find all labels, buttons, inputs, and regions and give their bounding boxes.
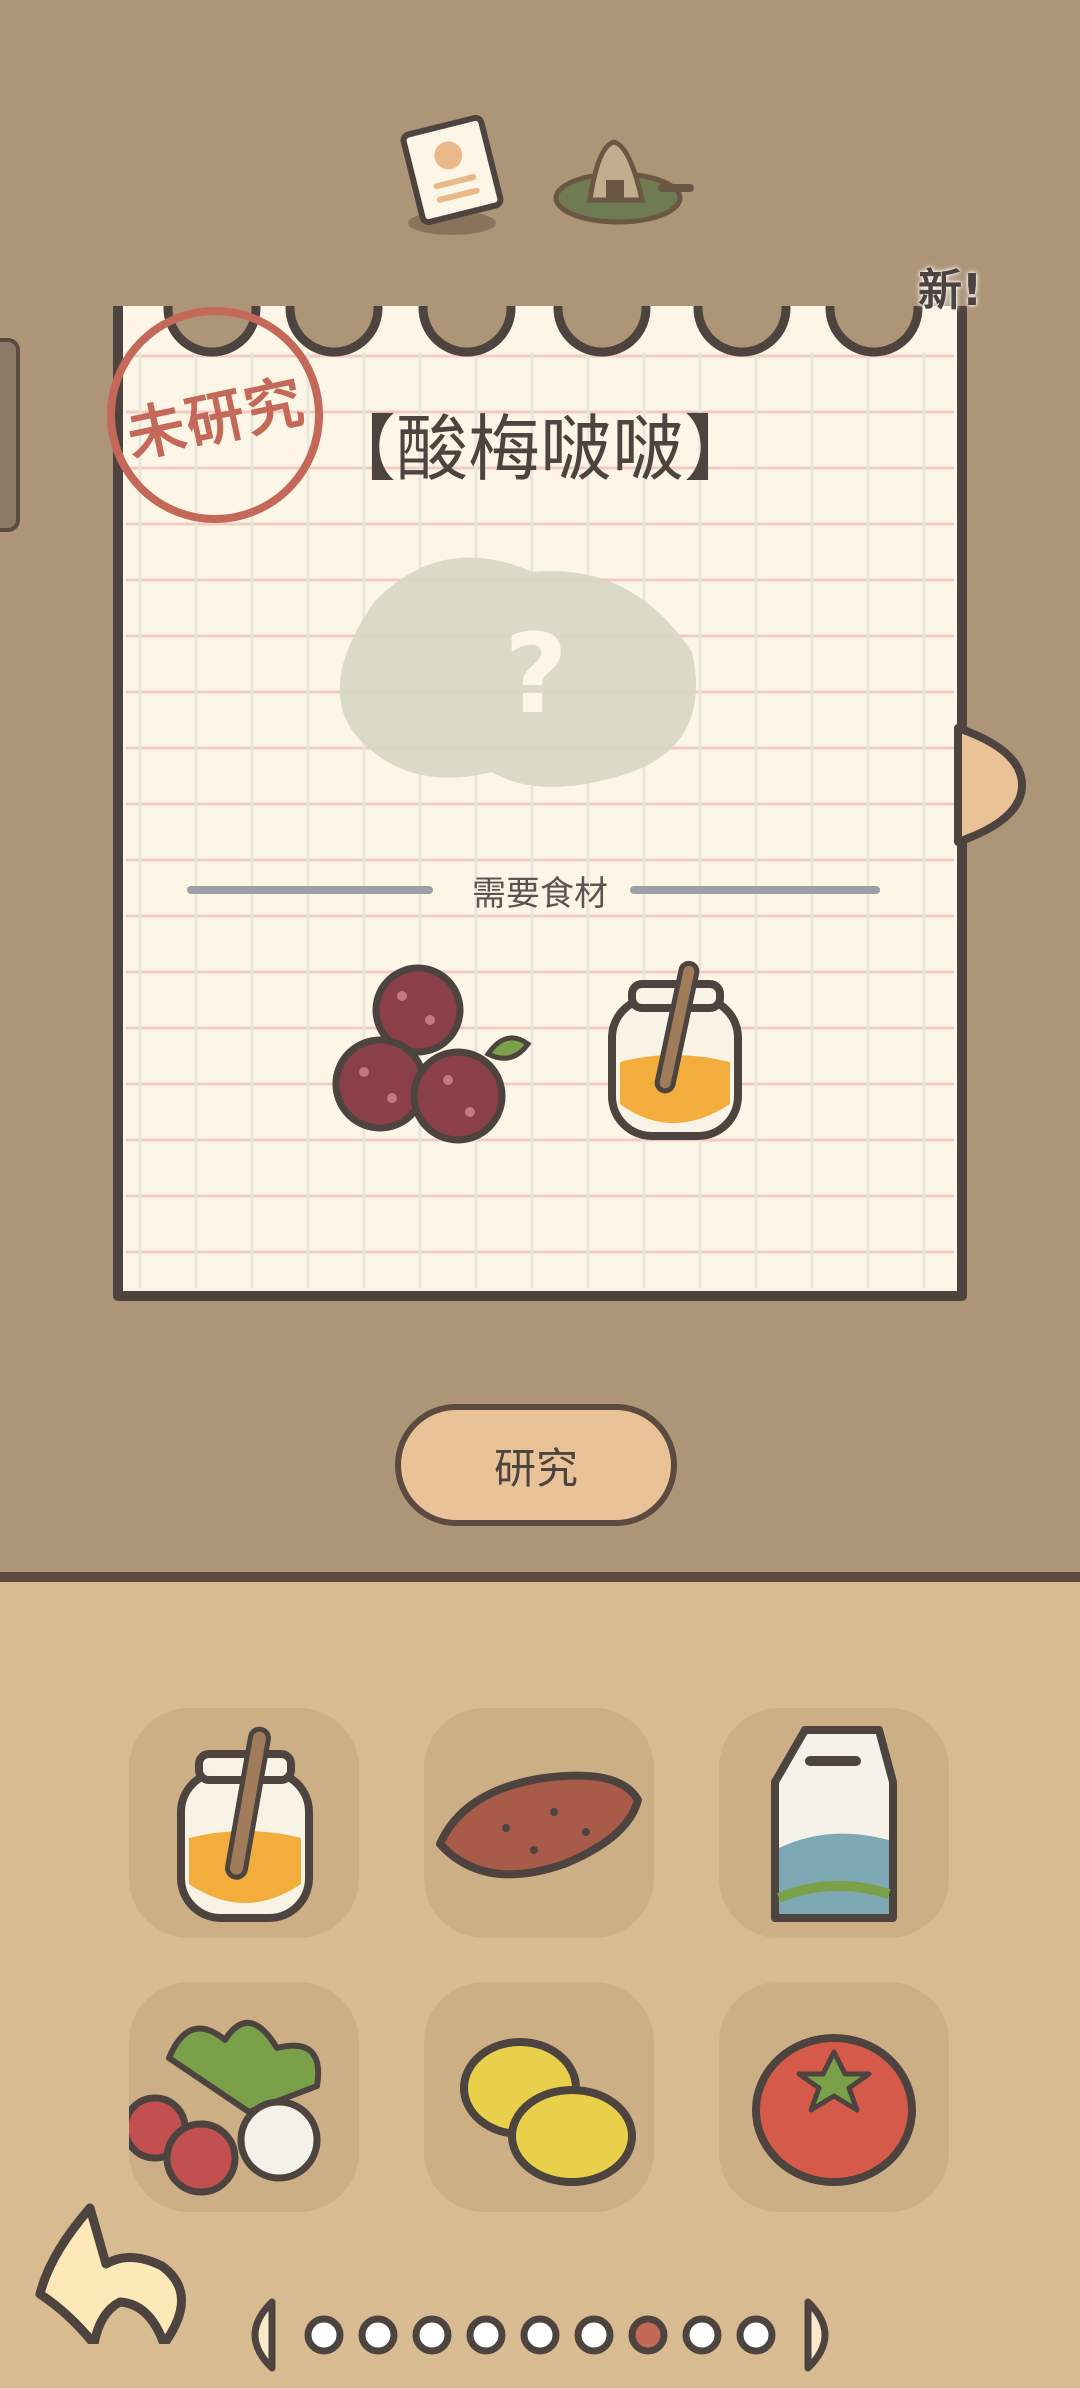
inventory-slot-radishes[interactable] [129,1982,359,2212]
research-button[interactable]: 研究 [395,1404,677,1526]
page-dot[interactable] [574,2315,614,2355]
lemon-icon [460,2038,636,2186]
new-badge: 新! [918,265,983,316]
onigiri-dish-icon[interactable] [548,130,698,240]
page-dot[interactable] [304,2315,344,2355]
honey-jar-ingredient [608,960,742,1140]
page-dot[interactable] [520,2315,560,2355]
page-dot[interactable] [682,2315,722,2355]
inventory-slot-lemons[interactable] [424,1982,654,2212]
recipe-title: 【酸梅啵啵】 [323,407,756,491]
sweet-potato-icon [436,1771,642,1879]
section-divider [0,1572,1080,1582]
page-dot[interactable] [358,2315,398,2355]
inventory-slot-tomato[interactable] [719,1982,949,2212]
svg-text:?: ? [504,610,568,738]
page-dot[interactable] [412,2315,452,2355]
inventory-slot-milk-carton[interactable] [719,1708,949,1938]
recipe-note-icon[interactable] [390,115,520,245]
ingredients-label: 需要食材 [472,874,608,914]
pager-next-icon[interactable] [804,2298,829,2372]
milk-carton-icon [771,1726,897,1922]
page-indicator [251,2298,829,2372]
page-dot[interactable] [628,2315,668,2355]
page-dot[interactable] [736,2315,776,2355]
honey-jar-icon [177,1726,313,1922]
tomato-icon [752,2034,916,2186]
radish-icon [129,2020,322,2196]
back-arrow-button[interactable] [30,2194,190,2344]
next-page-arrow[interactable] [950,720,1030,850]
inventory-slot-sweet-potato[interactable] [424,1708,654,1938]
page-dot[interactable] [466,2315,506,2355]
left-edge-tab[interactable] [0,338,20,532]
inventory-slot-honey-jar[interactable] [129,1708,359,1938]
pager-prev-icon[interactable] [251,2298,276,2372]
